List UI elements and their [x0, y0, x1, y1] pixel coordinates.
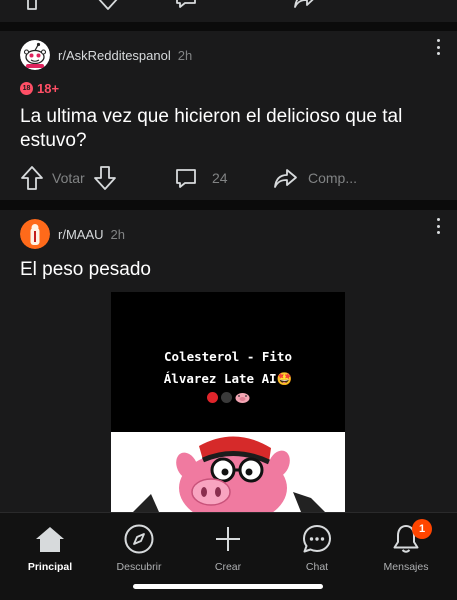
pig-face-icon — [235, 393, 249, 403]
nsfw-icon: 18 — [20, 82, 33, 95]
post-title[interactable]: El peso pesado — [20, 258, 437, 282]
subreddit-name[interactable]: r/AskRedditespanol — [58, 48, 171, 63]
comments-button[interactable]: 24 — [174, 160, 228, 196]
post-header: r/AskRedditespanol 2h — [20, 39, 447, 71]
media-caption: Colesterol - Fito Álvarez Late AI🤩 — [163, 349, 293, 386]
subreddit-avatar-image — [20, 219, 50, 249]
home-indicator[interactable] — [133, 584, 323, 589]
home-icon — [36, 527, 64, 552]
share-button[interactable]: Comp... — [272, 160, 357, 196]
chat-icon — [303, 525, 331, 553]
compass-icon — [124, 524, 154, 554]
share-icon — [294, 0, 314, 8]
post-menu-icon[interactable] — [433, 216, 443, 236]
tab-mensajes[interactable]: 1 Mensajes — [366, 519, 446, 579]
plus-icon — [216, 527, 240, 551]
post-header: r/MAAU 2h — [20, 218, 447, 250]
prev-share-button[interactable] — [292, 0, 318, 16]
post-actions: Votar 24 Comp... — [0, 160, 457, 196]
cartoon-pig-image — [111, 432, 345, 512]
previous-post-action-bar — [0, 0, 457, 22]
prev-comments-button[interactable] — [174, 0, 198, 16]
tab-chat[interactable]: Chat — [277, 523, 357, 579]
media-caption-panel: Colesterol - Fito Álvarez Late AI🤩 — [111, 292, 345, 432]
prev-vote-control[interactable] — [20, 0, 120, 16]
post-media[interactable]: Colesterol - Fito Álvarez Late AI🤩 — [111, 292, 345, 512]
share-label: Comp... — [308, 170, 358, 186]
tab-label: Descubrir — [116, 561, 162, 573]
share-icon — [274, 169, 297, 188]
tab-principal[interactable]: Principal — [10, 523, 90, 579]
previous-post-actions — [0, 0, 457, 16]
tab-crear[interactable]: Crear — [188, 523, 268, 579]
upvote-icon[interactable] — [20, 0, 44, 11]
red-circle-icon — [206, 392, 218, 403]
tab-label: Chat — [305, 561, 329, 573]
comment-count: 24 — [212, 170, 228, 186]
feed: r/AskRedditespanol 2h 18 18+ La ultima v… — [0, 0, 457, 512]
tab-label: Crear — [214, 561, 242, 573]
tab-label: Principal — [27, 561, 73, 573]
comment-icon — [176, 0, 196, 8]
subreddit-avatar[interactable] — [20, 219, 50, 249]
black-circle-icon — [220, 392, 232, 403]
post-age: 2h — [110, 226, 125, 242]
downvote-icon[interactable] — [96, 0, 120, 11]
post-card[interactable]: r/AskRedditespanol 2h 18 18+ La ultima v… — [0, 31, 457, 200]
tab-descubrir[interactable]: Descubrir — [99, 523, 179, 579]
vote-label: Votar — [52, 170, 85, 186]
nsfw-label: 18+ — [37, 81, 60, 96]
post-menu-icon[interactable] — [433, 37, 443, 57]
subreddit-avatar[interactable] — [20, 40, 50, 70]
upvote-icon[interactable] — [20, 165, 44, 191]
vote-control: Votar — [20, 160, 117, 196]
notification-badge: 1 — [412, 519, 432, 539]
post-card[interactable]: r/MAAU 2h El peso pesado Colesterol - Fi… — [0, 210, 457, 512]
post-age: 2h — [177, 47, 193, 63]
emoji-row — [111, 392, 345, 403]
subreddit-name[interactable]: r/MAAU — [58, 227, 104, 242]
post-title[interactable]: La ultima vez que hicieron el delicioso … — [20, 105, 437, 153]
comment-icon — [176, 169, 196, 188]
nsfw-badge: 18 18+ — [20, 81, 59, 96]
tab-label: Mensajes — [383, 561, 429, 573]
downvote-icon[interactable] — [93, 165, 117, 191]
media-image — [111, 432, 345, 512]
alien-avatar-icon — [20, 40, 50, 70]
